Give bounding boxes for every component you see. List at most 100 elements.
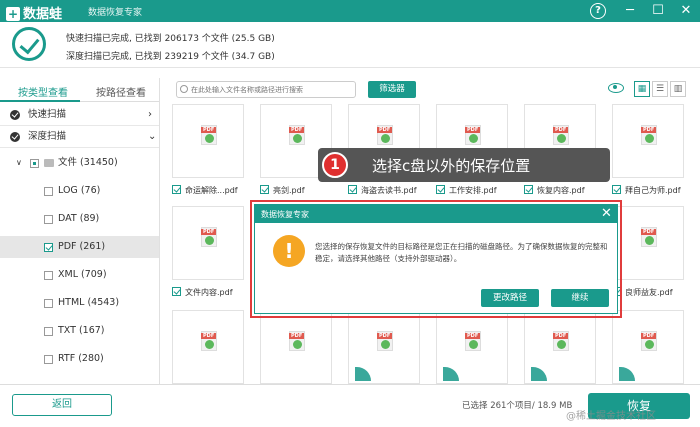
- tree-item-label: RTF (280): [58, 353, 104, 364]
- file-type-mark-icon: [531, 367, 547, 381]
- help-icon[interactable]: ?: [590, 3, 606, 19]
- file-caption[interactable]: 文件内容.pdf: [172, 286, 252, 298]
- file-tile[interactable]: [172, 104, 244, 178]
- tree-item-files[interactable]: ∨ 文件 (31450): [0, 152, 159, 174]
- deep-scan-status: 深度扫描已完成, 已找到 239219 个文件 (34.7 GB): [66, 52, 275, 62]
- minimize-button[interactable]: ─: [622, 3, 638, 19]
- rtf-checkbox[interactable]: [44, 355, 53, 364]
- pdf-file-icon: [553, 125, 569, 145]
- dialog-close-icon[interactable]: ✕: [601, 206, 612, 222]
- file-type-mark-icon: [619, 367, 635, 381]
- file-tile[interactable]: [612, 104, 684, 178]
- file-type-mark-icon: [443, 367, 459, 381]
- file-name: 工作安排.pdf: [449, 186, 497, 195]
- maximize-button[interactable]: ☐: [650, 3, 666, 19]
- back-button[interactable]: 返回: [12, 394, 112, 416]
- pdf-file-icon: [641, 331, 657, 351]
- search-box[interactable]: [176, 81, 356, 98]
- file-type-mark-icon: [355, 367, 371, 381]
- file-tile[interactable]: [436, 310, 508, 384]
- sidebar: 按类型查看 按路径查看 快速扫描 › 深度扫描 ⌄ ∨ 文件 (31450) L…: [0, 78, 160, 384]
- xml-checkbox[interactable]: [44, 271, 53, 280]
- file-checkbox[interactable]: [260, 185, 269, 194]
- dat-checkbox[interactable]: [44, 215, 53, 224]
- file-tile[interactable]: [348, 310, 420, 384]
- file-checkbox[interactable]: [348, 185, 357, 194]
- file-tile[interactable]: [172, 310, 244, 384]
- scan-complete-check-icon: [12, 27, 46, 61]
- list-view-icon[interactable]: ☰: [652, 81, 668, 97]
- eye-icon[interactable]: [608, 83, 624, 93]
- file-caption[interactable]: 恢复内容.pdf: [524, 184, 604, 196]
- file-tile[interactable]: [612, 206, 684, 280]
- chevron-right-icon[interactable]: ›: [148, 104, 152, 126]
- file-tile[interactable]: [172, 206, 244, 280]
- logo-text: 数据蛙: [23, 7, 63, 22]
- change-path-button[interactable]: 更改路径: [481, 289, 539, 307]
- tree-item-xml[interactable]: XML (709): [0, 264, 159, 286]
- txt-checkbox[interactable]: [44, 327, 53, 336]
- file-name: 文件内容.pdf: [185, 288, 233, 297]
- pdf-file-icon: [553, 331, 569, 351]
- sidebar-item-deep-scan[interactable]: 深度扫描 ⌄: [0, 126, 159, 148]
- file-checkbox[interactable]: [172, 287, 181, 296]
- file-caption[interactable]: 海盗去读书.pdf: [348, 184, 428, 196]
- quick-scan-label: 快速扫描: [28, 109, 67, 120]
- file-checkbox[interactable]: [524, 185, 533, 194]
- warning-icon: !: [273, 235, 305, 267]
- sidebar-item-quick-scan[interactable]: 快速扫描 ›: [0, 104, 159, 126]
- tab-by-type[interactable]: 按类型查看: [18, 84, 68, 99]
- folder-icon: [44, 159, 54, 167]
- active-tab-indicator: [0, 100, 80, 102]
- file-tile[interactable]: [260, 310, 332, 384]
- file-name: 海盗去读书.pdf: [361, 186, 417, 195]
- filter-button[interactable]: 筛选器: [368, 81, 416, 98]
- selected-check-icon: [10, 132, 20, 142]
- file-caption[interactable]: 命运解除...pdf: [172, 184, 252, 196]
- search-input[interactable]: [191, 83, 351, 96]
- detail-view-icon[interactable]: ▥: [670, 81, 686, 97]
- file-caption[interactable]: 亮剑.pdf: [260, 184, 340, 196]
- pdf-file-icon: [289, 331, 305, 351]
- footer-bar: 返回 已选择 261个项目/ 18.9 MB 恢复 @稀土掘金技术社区: [0, 384, 700, 427]
- logo-plus-icon: +: [6, 7, 20, 21]
- log-checkbox[interactable]: [44, 187, 53, 196]
- expand-caret-icon[interactable]: ∨: [16, 152, 22, 174]
- chevron-down-icon[interactable]: ⌄: [148, 126, 156, 148]
- tree-item-rtf[interactable]: RTF (280): [0, 348, 159, 370]
- continue-button[interactable]: 继续: [551, 289, 609, 307]
- tree-item-label: TXT (167): [58, 325, 105, 336]
- tree-item-dat[interactable]: DAT (89): [0, 208, 159, 230]
- grid-view-icon[interactable]: ▦: [634, 81, 650, 97]
- file-checkbox[interactable]: [612, 185, 621, 194]
- tree-item-html[interactable]: HTML (4543): [0, 292, 159, 314]
- scan-summary: 快速扫描已完成, 已找到 206173 个文件 (25.5 GB) 深度扫描已完…: [0, 22, 700, 68]
- files-checkbox[interactable]: [30, 159, 39, 168]
- tree-item-pdf[interactable]: PDF (261): [0, 236, 159, 258]
- pdf-file-icon: [377, 125, 393, 145]
- file-caption[interactable]: 良师益友.pdf: [612, 286, 692, 298]
- file-checkbox[interactable]: [436, 185, 445, 194]
- tree-item-txt[interactable]: TXT (167): [0, 320, 159, 342]
- close-button[interactable]: ✕: [678, 3, 694, 19]
- tab-by-path[interactable]: 按路径查看: [96, 84, 146, 99]
- file-tile[interactable]: [612, 310, 684, 384]
- file-name: 亮剑.pdf: [273, 186, 305, 195]
- file-caption[interactable]: 工作安排.pdf: [436, 184, 516, 196]
- pdf-file-icon: [465, 125, 481, 145]
- highlight-frame: 数据恢复专家 ✕ ! 您选择的保存恢复文件的目标路径是您正在扫描的磁盘路径。为了…: [250, 200, 622, 318]
- dialog-message: 您选择的保存恢复文件的目标路径是您正在扫描的磁盘路径。为了确保数据恢复的完整和稳…: [315, 242, 608, 263]
- file-name: 良师益友.pdf: [625, 288, 673, 297]
- pdf-checkbox[interactable]: [44, 243, 53, 252]
- tree-item-label: PDF (261): [58, 241, 106, 252]
- file-name: 命运解除...pdf: [185, 186, 238, 195]
- file-caption[interactable]: 拜自己为师.pdf: [612, 184, 692, 196]
- content-toolbar: 筛选器 ▦ ☰ ▥: [160, 78, 700, 102]
- file-tile[interactable]: [524, 310, 596, 384]
- html-checkbox[interactable]: [44, 299, 53, 308]
- tree-item-label: XML (709): [58, 269, 107, 280]
- tree-item-log[interactable]: LOG (76): [0, 180, 159, 202]
- pdf-file-icon: [641, 125, 657, 145]
- file-checkbox[interactable]: [172, 185, 181, 194]
- selection-status: 已选择 261个项目/ 18.9 MB: [462, 401, 573, 411]
